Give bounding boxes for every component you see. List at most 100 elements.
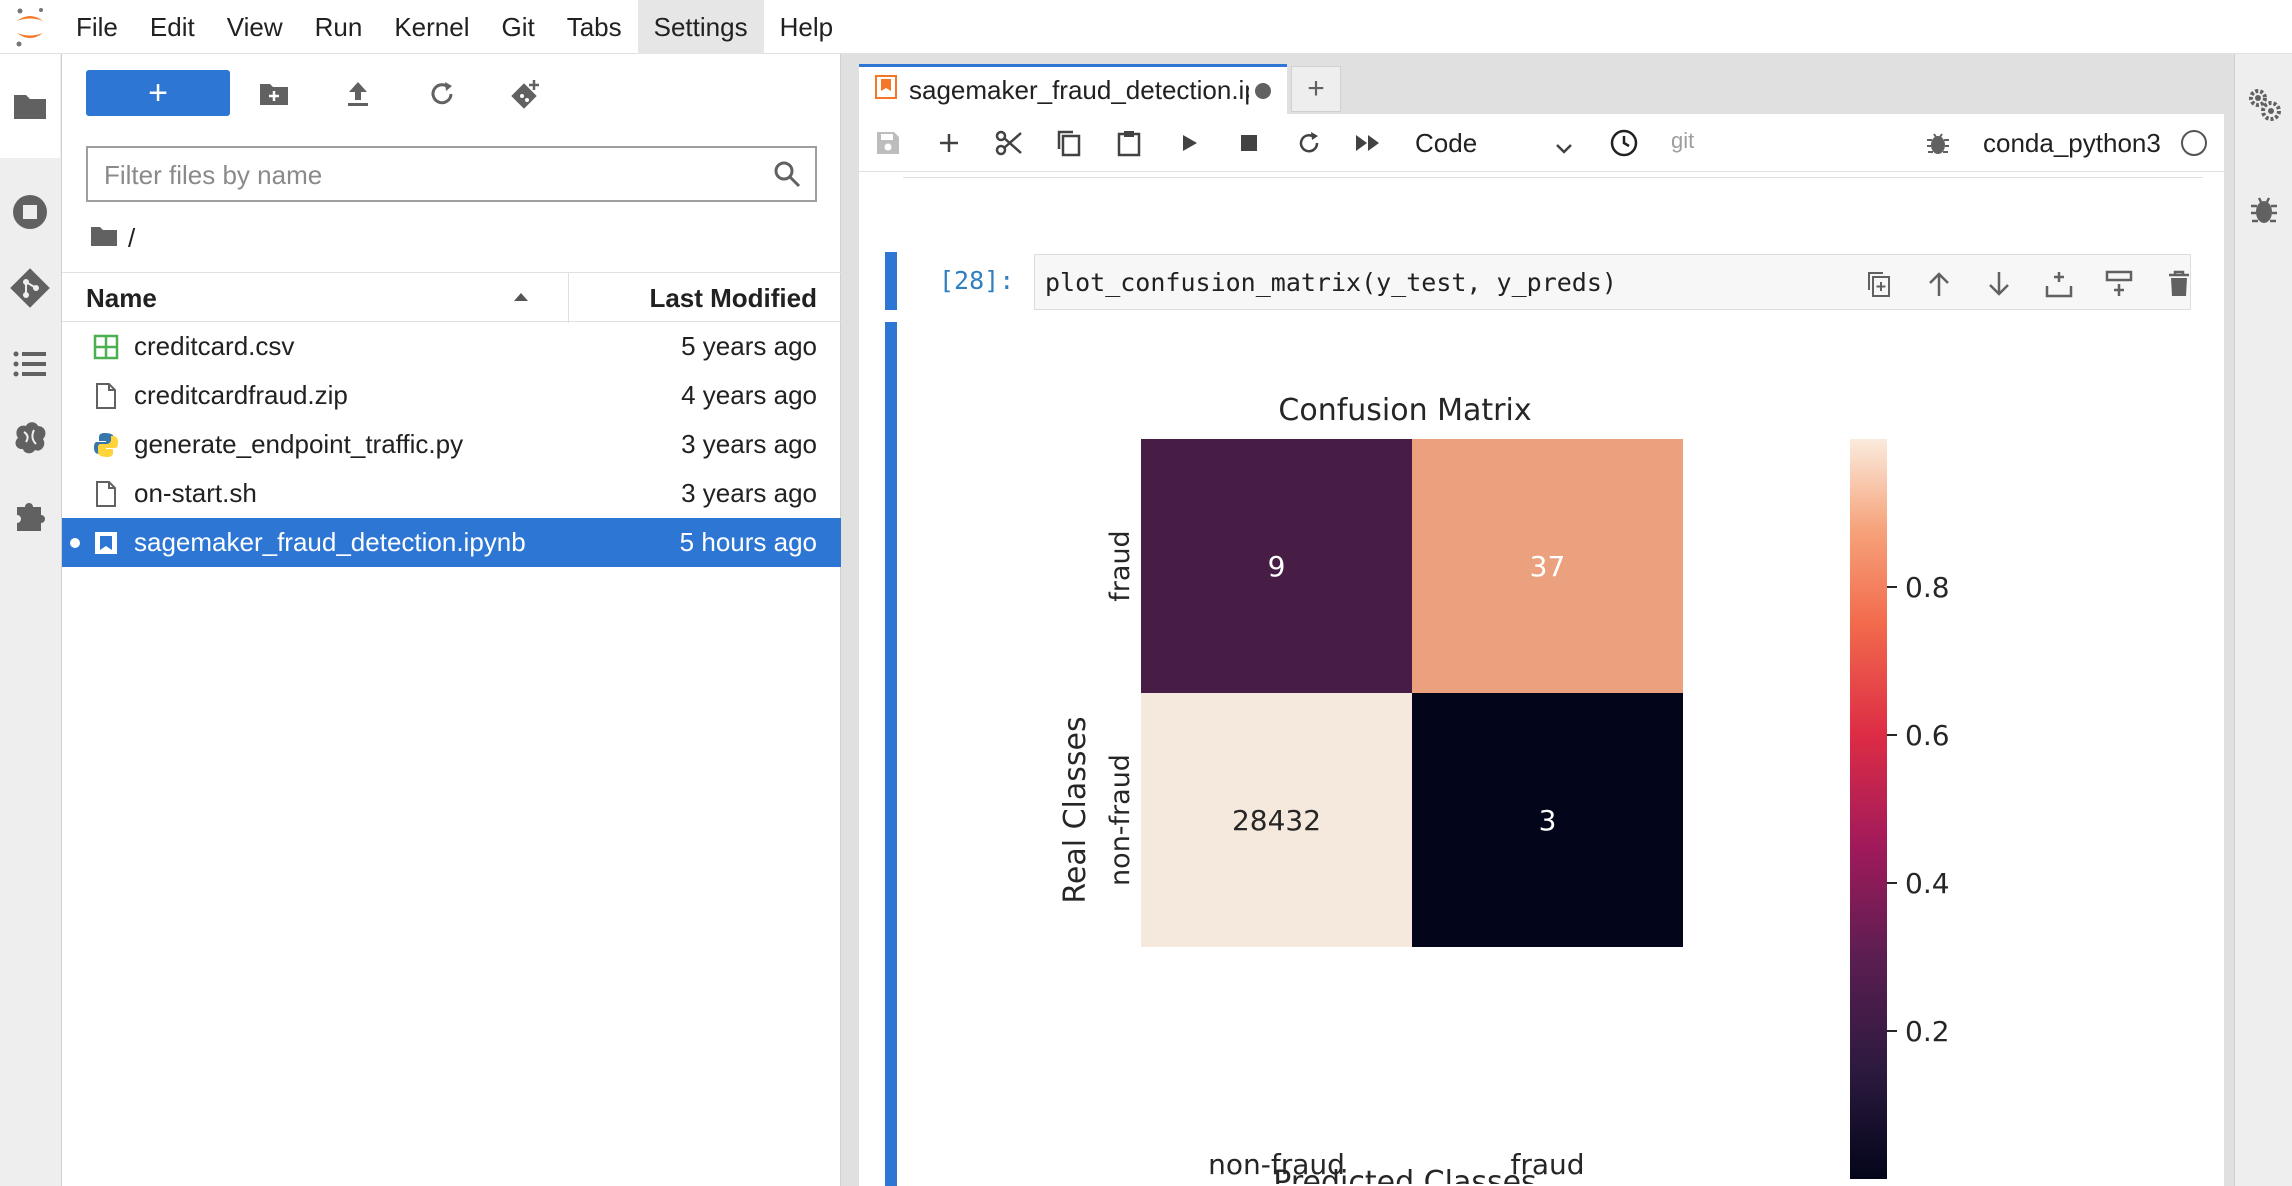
file-icon [92, 382, 120, 410]
insert-below-icon[interactable] [2101, 266, 2137, 302]
file-icon [92, 480, 120, 508]
git-label[interactable]: git [1671, 126, 1694, 156]
breadcrumb-root[interactable]: / [128, 223, 135, 254]
file-name: on-start.sh [134, 478, 257, 508]
cell-value-label: 37 [1530, 550, 1566, 583]
run-icon[interactable] [1170, 124, 1208, 162]
menu-run[interactable]: Run [299, 0, 379, 54]
notebook-panel: Code git conda_python3 [28]: plot_confus… [859, 114, 2224, 1186]
y-tick-labels: fraud non-fraud [1105, 530, 1136, 886]
menu-file[interactable]: File [60, 0, 134, 54]
x-axis-label: Predicted Classes [1273, 1165, 1536, 1184]
cell-type-dropdown[interactable]: Code [1415, 124, 1575, 162]
save-icon[interactable] [869, 124, 907, 162]
file-filter-input[interactable] [104, 156, 744, 194]
delete-cell-icon[interactable] [2161, 266, 2197, 302]
menu-git[interactable]: Git [485, 0, 550, 54]
y-tick-label: fraud [1105, 530, 1136, 601]
file-row[interactable]: generate_endpoint_traffic.py 3 years ago [62, 420, 841, 469]
notebook-icon [92, 529, 120, 557]
restart-run-all-icon[interactable] [1350, 124, 1388, 162]
refresh-icon[interactable] [422, 74, 462, 114]
notebook-toolbar: Code git conda_python3 [859, 114, 2224, 172]
menu-kernel[interactable]: Kernel [378, 0, 485, 54]
input-collapser[interactable] [885, 252, 897, 310]
upload-icon[interactable] [338, 74, 378, 114]
colorbar [1850, 439, 1887, 1179]
confusion-matrix-plot: Confusion Matrix 9 37 28432 3 fraud non-frau… [1058, 393, 1950, 1184]
previous-cell-edge [903, 172, 2203, 178]
file-row[interactable]: creditcard.csv 5 years ago [62, 322, 841, 371]
clock-icon[interactable] [1605, 124, 1643, 162]
debugger-bug-icon[interactable] [2244, 190, 2284, 230]
colorbar-ticks: 0.2 0.4 0.6 0.8 [1887, 571, 1950, 1048]
colorbar-tick-label: 0.6 [1905, 719, 1950, 752]
unsaved-indicator-dot[interactable] [1255, 82, 1271, 99]
menu-edit[interactable]: Edit [134, 0, 211, 54]
output-collapser[interactable] [885, 322, 897, 1186]
move-up-icon[interactable] [1921, 266, 1957, 302]
kernel-idle-status-icon [2181, 130, 2207, 156]
notebook-icon [875, 75, 897, 106]
copy-icon[interactable] [1050, 124, 1088, 162]
cell-value-label: 9 [1268, 550, 1286, 583]
code-text: plot_confusion_matrix(y_test, y_preds) [1045, 268, 1617, 297]
menu-tabs[interactable]: Tabs [551, 0, 638, 54]
file-modified: 5 hours ago [679, 527, 817, 557]
insert-cell-icon[interactable] [930, 124, 968, 162]
stop-icon[interactable] [1230, 124, 1268, 162]
file-list-header: Name Last Modified [62, 272, 841, 323]
panel-splitter[interactable] [841, 54, 855, 1186]
menu-help[interactable]: Help [764, 0, 849, 54]
duplicate-cell-icon[interactable] [1861, 266, 1897, 302]
running-indicator-dot [70, 538, 80, 548]
folder-icon[interactable] [0, 76, 60, 136]
execution-prompt: [28]: [939, 266, 1015, 295]
cut-icon[interactable] [990, 124, 1028, 162]
code-editor[interactable]: plot_confusion_matrix(y_test, y_preds) [1034, 254, 2191, 310]
file-modified: 3 years ago [681, 429, 817, 459]
y-tick-label: non-fraud [1105, 754, 1136, 886]
file-row-selected[interactable]: sagemaker_fraud_detection.ipynb 5 hours … [62, 518, 841, 567]
new-launcher-button[interactable]: + [86, 70, 230, 116]
debugger-bug-icon[interactable] [1919, 124, 1957, 162]
menu-view[interactable]: View [211, 0, 299, 54]
chart-title: Confusion Matrix [1278, 393, 1531, 428]
column-divider[interactable] [568, 273, 569, 323]
tab-notebook[interactable]: sagemaker_fraud_detection.ipynb [859, 64, 1287, 114]
running-sessions-icon[interactable] [0, 182, 60, 242]
insert-above-icon[interactable] [2041, 266, 2077, 302]
document-tab-bar: sagemaker_fraud_detection.ipynb + [855, 54, 2234, 114]
home-folder-icon[interactable] [90, 223, 118, 254]
table-of-contents-icon[interactable] [0, 334, 60, 394]
extensions-puzzle-icon[interactable] [0, 484, 60, 544]
new-launcher-label: + [148, 74, 168, 112]
file-browser-panel: + / Name Last Modified [62, 54, 841, 1186]
sort-ascending-icon [514, 293, 528, 301]
file-row[interactable]: on-start.sh 3 years ago [62, 469, 841, 518]
git-clone-icon[interactable] [506, 74, 546, 114]
y-axis-label: Real Classes [1058, 716, 1093, 903]
new-tab-label: + [1307, 72, 1325, 105]
git-icon[interactable] [0, 258, 60, 318]
brain-icon[interactable] [0, 408, 60, 468]
property-inspector-gears-icon[interactable] [2244, 84, 2284, 124]
main-dock-area: sagemaker_fraud_detection.ipynb + [855, 54, 2234, 1186]
spreadsheet-icon [92, 333, 120, 361]
name-column-header[interactable]: Name [86, 273, 157, 323]
new-tab-button[interactable]: + [1291, 66, 1341, 112]
paste-icon[interactable] [1110, 124, 1148, 162]
menu-settings[interactable]: Settings [637, 0, 764, 54]
file-row[interactable]: creditcardfraud.zip 4 years ago [62, 371, 841, 420]
move-down-icon[interactable] [1981, 266, 2017, 302]
jupyter-logo-icon [0, 0, 60, 54]
menu-bar: File Edit View Run Kernel Git Tabs Setti… [0, 0, 2292, 54]
file-name: generate_endpoint_traffic.py [134, 429, 464, 459]
restart-kernel-icon[interactable] [1290, 124, 1328, 162]
right-sidebar [2234, 54, 2292, 1186]
kernel-name[interactable]: conda_python3 [1983, 124, 2161, 162]
modified-column-header[interactable]: Last Modified [649, 273, 817, 323]
new-folder-icon[interactable] [254, 74, 294, 114]
chevron-down-icon [1553, 132, 1575, 170]
colorbar-tick-label: 0.8 [1905, 571, 1950, 604]
